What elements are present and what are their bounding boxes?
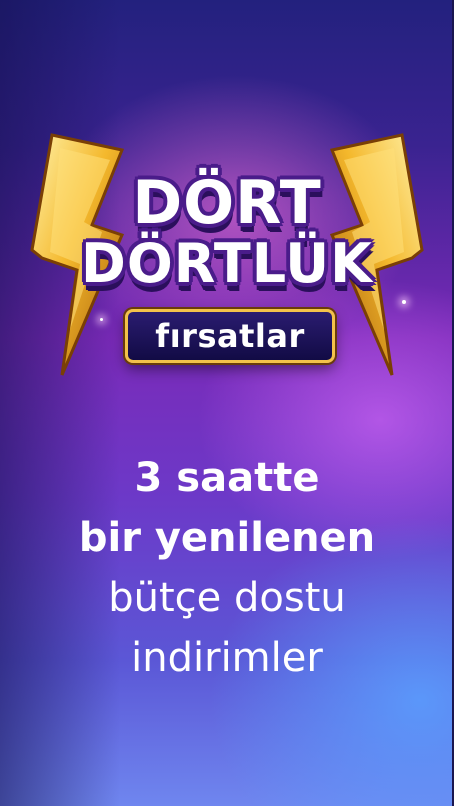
headline-line3: bütçe dostu xyxy=(108,575,346,621)
headline-line1: 3 saatte xyxy=(134,455,320,501)
headline: 3 saatte bir yenilenen bütçe dostu indir… xyxy=(0,448,454,688)
headline-line4: indirimler xyxy=(131,635,323,681)
promo-tag-label: fırsatlar xyxy=(155,317,305,355)
promo-logo: DÖRT DÖRTLÜK fırsatlar xyxy=(0,120,454,400)
promo-tag-badge: fırsatlar xyxy=(125,309,335,363)
headline-line2: bir yenilenen xyxy=(78,515,376,561)
promo-screen: DÖRT DÖRTLÜK fırsatlar 3 saatte bir yeni… xyxy=(0,0,454,806)
promo-title-line2: DÖRTLÜK xyxy=(81,232,373,295)
promo-title-line1: DÖRT xyxy=(132,168,322,238)
